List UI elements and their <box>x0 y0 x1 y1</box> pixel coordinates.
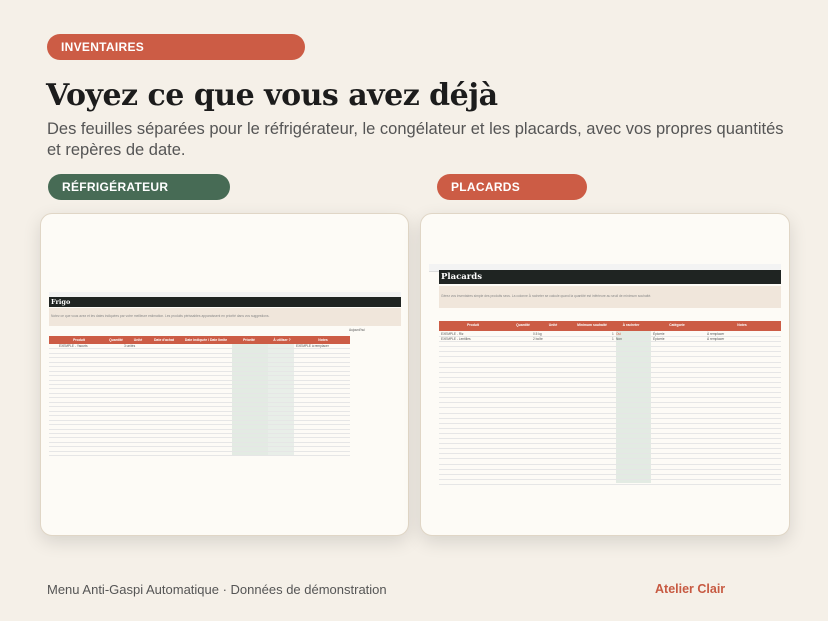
example-unit: 3 unités <box>124 344 136 348</box>
col-unite: Unité <box>548 323 558 327</box>
frigo-rows <box>49 344 350 457</box>
col-a-racheter: À racheter <box>622 323 640 327</box>
footer-brand: Atelier Clair <box>655 582 726 596</box>
col-notes: Notes <box>737 323 747 327</box>
tab-placards[interactable]: PLACARDS <box>437 174 587 200</box>
sheet-description: Gérez vos inventaires simple des produit… <box>439 286 781 308</box>
example-cat-2: Épicerie <box>653 337 665 341</box>
page-title: Voyez ce que vous avez déjà <box>46 78 498 113</box>
table-header-row: Produit Quantité Unité Date d'achat Date… <box>49 336 350 344</box>
col-produit: Produit <box>467 323 479 327</box>
today-label: Aujourd'hui <box>349 328 365 332</box>
table-header-row: Produit Quantité Unité Minimum souhaité … <box>439 321 781 331</box>
table-row <box>439 479 781 485</box>
col-quantite: Quantité <box>516 323 530 327</box>
example-cat-1: Épicerie <box>653 332 665 336</box>
example-min-2: 1 <box>612 337 614 341</box>
example-qty-1: 0.5 kg <box>533 332 542 336</box>
example-qty-2: 2 boîte <box>533 337 543 341</box>
refrigerateur-preview-card: Frigo Notez ce que vous avez et les date… <box>40 213 409 536</box>
example-product-2: EXEMPLE - Lentilles <box>441 337 471 341</box>
sheet-title-bar: Placards <box>439 270 781 284</box>
col-notes: Notes <box>318 338 328 342</box>
table-row <box>49 451 350 457</box>
footer-caption: Menu Anti-Gaspi Automatique · Données de… <box>47 582 387 597</box>
col-produit: Produit <box>73 338 85 342</box>
tab-refrigerateur[interactable]: RÉFRIGÉRATEUR <box>48 174 230 200</box>
example-notes: EXEMPLE à remplacer <box>296 344 329 348</box>
example-notes-1: À remplacer <box>707 332 725 336</box>
example-buy-1: Oui <box>616 332 621 336</box>
placards-sheet: Placards Gérez vos inventaires simple de… <box>429 264 781 489</box>
sheet-title-bar: Frigo <box>49 297 401 307</box>
placards-preview-card: Placards Gérez vos inventaires simple de… <box>420 213 790 536</box>
col-categorie: Catégorie <box>669 323 685 327</box>
sheet-title: Placards <box>441 272 483 282</box>
col-quantite: Quantité <box>109 338 123 342</box>
col-unite: Unité <box>133 338 143 342</box>
col-date-achat: Date d'achat <box>153 338 175 342</box>
inventaires-badge: INVENTAIRES <box>47 34 305 60</box>
col-priorite: Priorité <box>243 338 255 342</box>
example-buy-2: Non <box>616 337 622 341</box>
frigo-sheet: Frigo Notez ce que vous avez et les date… <box>49 292 401 462</box>
example-product: EXEMPLE - Yaourts <box>59 344 88 348</box>
placards-rows <box>439 331 781 485</box>
col-a-utiliser: À utiliser ? <box>273 338 291 342</box>
page-subtitle: Des feuilles séparées pour le réfrigérat… <box>47 120 784 159</box>
example-min-1: 1 <box>612 332 614 336</box>
example-product-1: EXEMPLE - Riz <box>441 332 464 336</box>
sheet-title: Frigo <box>51 298 71 306</box>
example-notes-2: À remplacer <box>707 337 725 341</box>
col-minimum: Minimum souhaité <box>577 323 607 327</box>
col-date-limite: Date indiquée / Date limite <box>184 338 228 342</box>
sheet-description: Notez ce que vous avez et les dates indi… <box>49 308 401 326</box>
